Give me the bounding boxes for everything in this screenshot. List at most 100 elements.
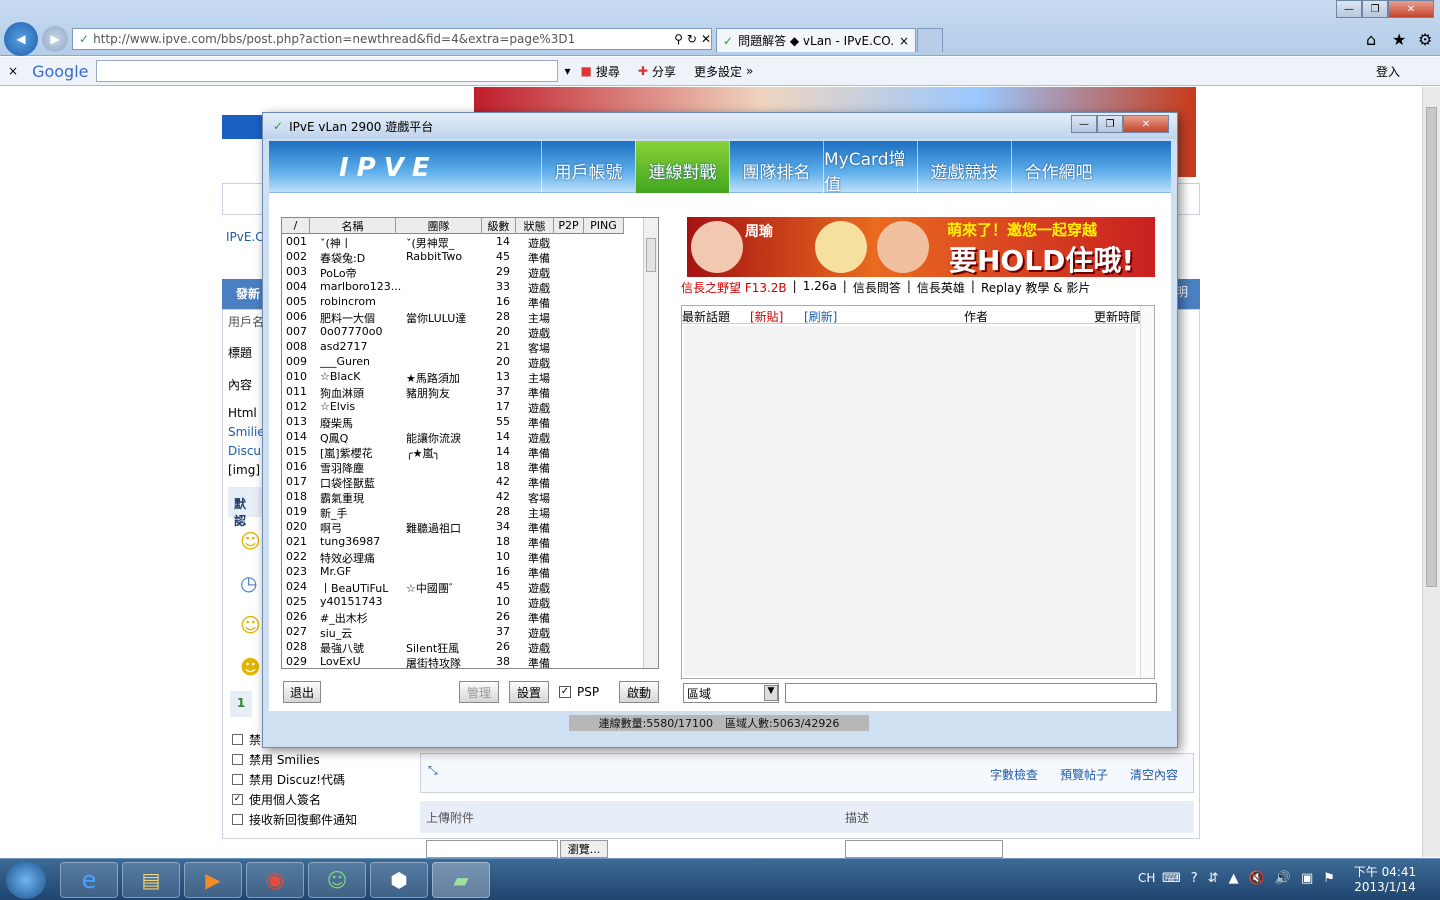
messenger-icon[interactable]: ☺ (308, 862, 366, 898)
page-scrollbar[interactable] (1422, 87, 1440, 857)
tools-gear-icon[interactable]: ⚙ (1418, 30, 1432, 49)
link-126a[interactable]: 1.26a (803, 279, 837, 296)
nav-tab-3[interactable]: MyCard增值 (823, 141, 917, 199)
player-row[interactable]: 001 ˇ(神丨 ˇ(男神眾_ 14 遊戲 (282, 235, 642, 250)
keyboard-icon[interactable]: ⌨ (1162, 871, 1181, 886)
region-select[interactable]: 區域 ▼ (683, 683, 779, 703)
player-row[interactable]: 023 Mr.GF 16 準備 (282, 565, 642, 580)
link-replay[interactable]: Replay 教學 & 影片 (981, 279, 1090, 296)
show-hidden-icon[interactable]: ▲ (1229, 871, 1239, 886)
player-row[interactable]: 003 PoLo帝 29 遊戲 (282, 265, 642, 280)
player-row[interactable]: 020 啊弓 難聽過祖口 34 準備 (282, 520, 642, 535)
player-row[interactable]: 024 丨BeaUTiFuL ☆中國團゛ 45 遊戲 (282, 580, 642, 595)
option-checkbox-row[interactable]: 禁用 Discuz!代碼 (232, 769, 357, 789)
player-row[interactable]: 010 ☆BlacK ★馬路須加 13 主場 (282, 370, 642, 385)
player-row[interactable]: 017 口袋怪獸藍 42 準備 (282, 475, 642, 490)
player-row[interactable]: 018 霸氣重現 42 客場 (282, 490, 642, 505)
volume-mute-icon[interactable]: 🔇 (1249, 871, 1265, 886)
google-search-button[interactable]: 搜尋 (596, 63, 620, 80)
topic-scrollbar[interactable] (1140, 306, 1154, 678)
player-row[interactable]: 028 最強八號 Silent狂風 26 遊戲 (282, 640, 642, 655)
home-icon[interactable]: ⌂ (1366, 30, 1376, 49)
nav-tab-4[interactable]: 遊戲競技 (917, 141, 1011, 199)
help-icon[interactable]: ? (1191, 871, 1198, 886)
player-row[interactable]: 014 Q鳳Q 能讓你流淚 14 遊戲 (282, 430, 642, 445)
player-row[interactable]: 019 新_手 28 主場 (282, 505, 642, 520)
option-checkbox-row[interactable]: 禁用 Smilies (232, 749, 357, 769)
player-row[interactable]: 012 ☆Elvis 17 遊戲 (282, 400, 642, 415)
link-qa[interactable]: 信長問答 (853, 279, 901, 296)
preview-link[interactable]: 預覽帖子 (1060, 766, 1108, 783)
clock-smiley-icon[interactable]: ◷ (240, 571, 257, 595)
login-link[interactable]: 登入 (1376, 63, 1400, 80)
address-bar[interactable]: ✓ http://www.ipve.com/bbs/post.php?actio… (72, 28, 712, 50)
google-search-dropdown-icon[interactable]: ▾ (564, 64, 570, 78)
tab-active[interactable]: ✓ 問題解答 ◆ vLan - IPvE.CO... × (716, 28, 916, 52)
scrollbar-thumb[interactable] (1426, 107, 1437, 587)
chrome-icon[interactable]: ◉ (246, 862, 304, 898)
column-header-4[interactable]: 狀態 (516, 218, 554, 234)
nav-tab-0[interactable]: 用戶帳號 (541, 141, 635, 199)
nav-tab-2[interactable]: 團隊排名 (729, 141, 823, 199)
discuz-link[interactable]: Discu (228, 444, 261, 458)
google-search-input[interactable] (96, 60, 559, 82)
player-list-scrollbar[interactable] (643, 218, 658, 668)
vlan-game-icon[interactable]: ▰ (432, 862, 490, 898)
option-checkbox[interactable] (232, 813, 243, 825)
minimize-button[interactable]: — (1336, 0, 1362, 18)
more-settings-button[interactable]: 更多設定 (694, 63, 742, 80)
player-row[interactable]: 005 robincrom 16 準備 (282, 295, 642, 310)
player-row[interactable]: 011 狗血淋頭 豬朋狗友 37 準備 (282, 385, 642, 400)
column-header-5[interactable]: P2P (554, 218, 584, 234)
speaker-icon[interactable]: 🔊 (1275, 871, 1291, 886)
smilies-page-number[interactable]: 1 (230, 691, 252, 717)
tray-arrow-icon[interactable]: ⇵ (1208, 871, 1219, 886)
chevron-down-icon[interactable]: ▼ (764, 685, 778, 701)
vlan-titlebar[interactable]: ✓ IPvE vLan 2900 遊戲平台 (263, 113, 1177, 139)
clear-link[interactable]: 清空內容 (1130, 766, 1178, 783)
address-url[interactable]: http://www.ipve.com/bbs/post.php?action=… (93, 32, 670, 46)
maximize-button[interactable]: ❐ (1362, 0, 1388, 18)
breadcrumb[interactable]: IPvE.C (226, 230, 264, 244)
column-header-2[interactable]: 團隊 (396, 218, 482, 234)
browse-button[interactable]: 瀏覽... (560, 840, 608, 858)
option-checkbox[interactable] (232, 753, 243, 765)
manage-button[interactable]: 管理 (459, 681, 499, 703)
nav-tab-5[interactable]: 合作網吧 (1011, 141, 1105, 199)
player-row[interactable]: 002 春袋兔:D RabbitTwo 45 準備 (282, 250, 642, 265)
player-row[interactable]: 027 siu_云 37 遊戲 (282, 625, 642, 640)
media-player-icon[interactable]: ▶ (184, 862, 242, 898)
toolbar-close-icon[interactable]: × (8, 64, 18, 78)
chat-input[interactable] (785, 683, 1157, 703)
new-post-link[interactable]: [新貼] (750, 308, 783, 325)
player-row[interactable]: 026 #_出木杉 26 準備 (282, 610, 642, 625)
link-nobunaga[interactable]: 信長之野望 F13.2B (681, 279, 787, 296)
player-row[interactable]: 029 LovExU 屠街特攻隊 38 準備 (282, 655, 642, 668)
player-row[interactable]: 022 特效必理痛 10 準備 (282, 550, 642, 565)
share-button[interactable]: 分享 (652, 63, 676, 80)
explorer-folder-icon[interactable]: ▤ (122, 862, 180, 898)
search-icon[interactable]: ⚲ (674, 32, 683, 46)
ie-taskbar-icon[interactable]: e (60, 862, 118, 898)
player-row[interactable]: 015 [嵐]紫櫻花 ╭★嵐╮ 14 準備 (282, 445, 642, 460)
refresh-link[interactable]: [刷新] (804, 308, 837, 325)
upload-file-input[interactable] (426, 840, 558, 858)
description-input[interactable] (845, 840, 1003, 858)
new-tab-button[interactable] (917, 28, 943, 52)
ime-indicator[interactable]: CH (1138, 871, 1155, 885)
close-button[interactable]: ✕ (1388, 0, 1434, 18)
column-header-6[interactable]: PING (584, 218, 624, 234)
link-heroes[interactable]: 信長英雄 (917, 279, 965, 296)
word-count-link[interactable]: 字數檢查 (990, 766, 1038, 783)
wink-smiley-icon[interactable]: ☺ (240, 613, 261, 637)
player-row[interactable]: 007 0o07770o0 20 遊戲 (282, 325, 642, 340)
settings-button[interactable]: 設置 (509, 681, 549, 703)
player-row[interactable]: 009 ___Guren 20 遊戲 (282, 355, 642, 370)
clock[interactable]: 下午 04:41 2013/1/14 (1352, 863, 1418, 894)
tab-close-icon[interactable]: × (899, 34, 909, 48)
vlan-minimize-button[interactable]: — (1071, 115, 1097, 133)
option-checkbox-row[interactable]: 接收新回復郵件通知 (232, 809, 357, 829)
exit-button[interactable]: 退出 (283, 681, 321, 703)
start-button[interactable]: 啟動 (619, 681, 659, 703)
grin-smiley-icon[interactable]: ☻ (240, 655, 261, 679)
